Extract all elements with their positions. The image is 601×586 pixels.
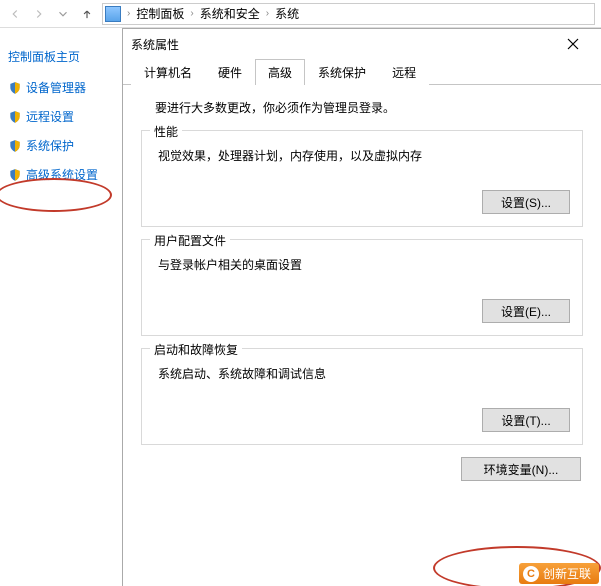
watermark-text: 创新互联 <box>543 565 591 582</box>
group-legend: 启动和故障恢复 <box>150 341 242 358</box>
tab-hardware[interactable]: 硬件 <box>205 59 255 85</box>
chevron-right-icon: › <box>264 8 271 19</box>
control-panel-icon <box>105 6 121 22</box>
dialog-titlebar: 系统属性 <box>123 29 601 59</box>
close-button[interactable] <box>553 31 593 57</box>
tabs: 计算机名 硬件 高级 系统保护 远程 <box>123 59 601 85</box>
watermark-logo-icon: C <box>523 566 539 582</box>
back-arrow-icon[interactable] <box>6 5 24 23</box>
forward-arrow-icon[interactable] <box>30 5 48 23</box>
shield-icon <box>8 81 22 95</box>
user-profile-group: 用户配置文件 与登录帐户相关的桌面设置 设置(E)... <box>141 239 583 336</box>
system-properties-dialog: 系统属性 计算机名 硬件 高级 系统保护 远程 要进行大多数更改，你必须作为管理… <box>122 28 601 586</box>
sidebar-item-label: 设备管理器 <box>26 79 86 96</box>
performance-settings-button[interactable]: 设置(S)... <box>482 190 570 214</box>
tab-advanced[interactable]: 高级 <box>255 59 305 85</box>
sidebar-item-system-protection[interactable]: 系统保护 <box>8 137 114 154</box>
group-legend: 性能 <box>150 123 182 140</box>
sidebar-item-label: 远程设置 <box>26 108 74 125</box>
group-description: 系统启动、系统故障和调试信息 <box>158 365 570 382</box>
up-arrow-icon[interactable] <box>78 5 96 23</box>
group-legend: 用户配置文件 <box>150 232 230 249</box>
breadcrumb[interactable]: › 控制面板 › 系统和安全 › 系统 <box>102 3 595 25</box>
recent-dropdown-icon[interactable] <box>54 5 72 23</box>
chevron-right-icon: › <box>125 8 132 19</box>
tab-remote[interactable]: 远程 <box>379 59 429 85</box>
shield-icon <box>8 139 22 153</box>
startup-recovery-group: 启动和故障恢复 系统启动、系统故障和调试信息 设置(T)... <box>141 348 583 445</box>
tab-system-protection[interactable]: 系统保护 <box>305 59 379 85</box>
annotation-circle <box>0 178 112 212</box>
user-profile-settings-button[interactable]: 设置(E)... <box>482 299 570 323</box>
tab-computer-name[interactable]: 计算机名 <box>131 59 205 85</box>
address-bar: › 控制面板 › 系统和安全 › 系统 <box>0 0 601 28</box>
sidebar-item-advanced-settings[interactable]: 高级系统设置 <box>8 166 114 183</box>
performance-group: 性能 视觉效果，处理器计划，内存使用，以及虚拟内存 设置(S)... <box>141 130 583 227</box>
startup-settings-button[interactable]: 设置(T)... <box>482 408 570 432</box>
sidebar-home-link[interactable]: 控制面板主页 <box>8 48 114 65</box>
sidebar: 控制面板主页 设备管理器 远程设置 系统保护 高级系统设置 <box>0 28 122 586</box>
shield-icon <box>8 168 22 182</box>
admin-note: 要进行大多数更改，你必须作为管理员登录。 <box>155 99 583 116</box>
dialog-title: 系统属性 <box>131 36 553 53</box>
watermark: C 创新互联 <box>519 563 599 584</box>
sidebar-item-label: 高级系统设置 <box>26 166 98 183</box>
sidebar-item-label: 系统保护 <box>26 137 74 154</box>
group-description: 视觉效果，处理器计划，内存使用，以及虚拟内存 <box>158 147 570 164</box>
sidebar-item-device-manager[interactable]: 设备管理器 <box>8 79 114 96</box>
shield-icon <box>8 110 22 124</box>
environment-variables-button[interactable]: 环境变量(N)... <box>461 457 581 481</box>
breadcrumb-item[interactable]: 控制面板 <box>134 5 186 22</box>
group-description: 与登录帐户相关的桌面设置 <box>158 256 570 273</box>
breadcrumb-item[interactable]: 系统 <box>273 5 301 22</box>
breadcrumb-item[interactable]: 系统和安全 <box>198 5 262 22</box>
chevron-right-icon: › <box>188 8 195 19</box>
dialog-body: 要进行大多数更改，你必须作为管理员登录。 性能 视觉效果，处理器计划，内存使用，… <box>123 85 601 586</box>
sidebar-item-remote-settings[interactable]: 远程设置 <box>8 108 114 125</box>
